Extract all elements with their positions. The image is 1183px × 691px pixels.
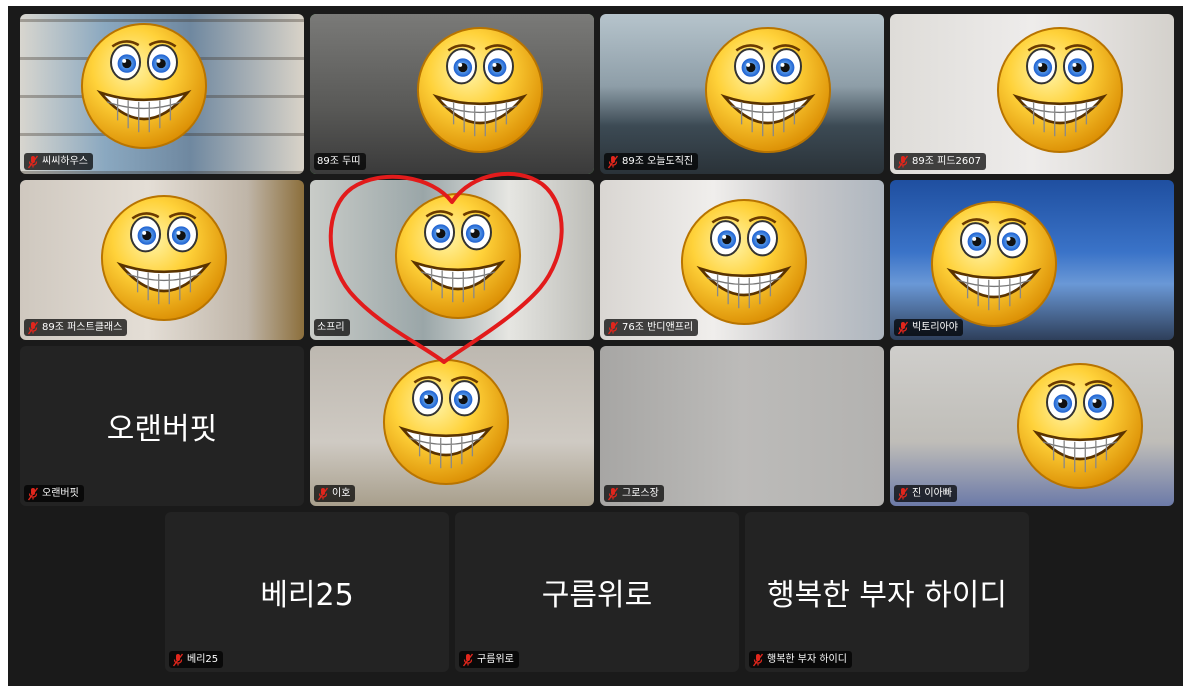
mic-muted-icon <box>462 653 474 667</box>
grinning-face-emoji-icon <box>78 20 210 152</box>
participant-tile[interactable]: 빅토리아야 <box>890 180 1174 340</box>
grinning-face-emoji-icon <box>380 356 512 488</box>
participant-tile[interactable]: 그로스장 <box>600 346 884 506</box>
mic-muted-icon <box>27 487 39 501</box>
participant-tile-active-speaker[interactable]: 89조 두띠 <box>310 14 594 174</box>
participant-name-label: 89조 퍼스트클래스 <box>24 319 128 336</box>
participant-name-label: 빅토리아야 <box>894 319 963 336</box>
participant-tile-no-video[interactable]: 오랜버핏 오랜버핏 <box>20 346 304 506</box>
participant-tile-no-video[interactable]: 구름위로 구름위로 <box>455 512 739 672</box>
participant-name-label: 베리25 <box>169 651 224 668</box>
participant-name-label: 그로스장 <box>604 485 664 502</box>
grinning-face-emoji-icon <box>414 24 546 156</box>
participant-name-label: 씨씨하우스 <box>24 153 93 170</box>
grinning-face-emoji-icon <box>678 196 810 328</box>
participant-name-label: 구름위로 <box>459 651 519 668</box>
mic-muted-icon <box>897 487 909 501</box>
mic-muted-icon <box>27 155 39 169</box>
grinning-face-emoji-icon <box>994 24 1126 156</box>
participant-name-label: 진 이아빠 <box>894 485 957 502</box>
mic-muted-icon <box>897 155 909 169</box>
participant-name-label: 89조 오늘도직진 <box>604 153 699 170</box>
grinning-face-emoji-icon <box>98 192 230 324</box>
participant-name-label: 소프리 <box>314 319 350 336</box>
participant-tile-no-video[interactable]: 베리25 베리25 <box>165 512 449 672</box>
participant-tile[interactable]: 89조 오늘도직진 <box>600 14 884 174</box>
participant-tile[interactable]: 씨씨하우스 <box>20 14 304 174</box>
mic-muted-icon <box>172 653 184 667</box>
grinning-face-emoji-icon <box>392 190 524 322</box>
participant-name-label: 89조 두띠 <box>314 153 366 170</box>
mic-muted-icon <box>607 321 619 335</box>
participant-tile[interactable]: 이호 <box>310 346 594 506</box>
mic-muted-icon <box>607 487 619 501</box>
grinning-face-emoji-icon <box>928 198 1060 330</box>
mic-muted-icon <box>27 321 39 335</box>
participant-tile[interactable]: 89조 피드2607 <box>890 14 1174 174</box>
participant-name-label: 이호 <box>314 485 356 502</box>
participant-tile[interactable]: 진 이아빠 <box>890 346 1174 506</box>
participant-name-label: 오랜버핏 <box>24 485 84 502</box>
gallery-view: 씨씨하우스 89조 두띠 89조 오늘도직진 89조 피드2607 89조 퍼스… <box>8 6 1183 686</box>
participant-tile-no-video[interactable]: 행복한 부자 하이디 행복한 부자 하이디 <box>745 512 1029 672</box>
participant-display-name: 구름위로 <box>541 578 653 613</box>
participant-name-label: 행복한 부자 하이디 <box>749 651 852 668</box>
participant-tile[interactable]: 89조 퍼스트클래스 <box>20 180 304 340</box>
participant-name-label: 76조 반디앤프리 <box>604 319 699 336</box>
participant-tile[interactable]: 76조 반디앤프리 <box>600 180 884 340</box>
participant-display-name: 행복한 부자 하이디 <box>767 578 1007 613</box>
participant-name-label: 89조 피드2607 <box>894 153 986 170</box>
mic-muted-icon <box>752 653 764 667</box>
mic-muted-icon <box>607 155 619 169</box>
video-feed <box>600 346 884 506</box>
participant-display-name: 베리25 <box>260 578 354 613</box>
participant-tile[interactable]: 소프리 <box>310 180 594 340</box>
participant-display-name: 오랜버핏 <box>106 412 218 447</box>
mic-muted-icon <box>317 487 329 501</box>
grinning-face-emoji-icon <box>702 24 834 156</box>
mic-muted-icon <box>897 321 909 335</box>
grinning-face-emoji-icon <box>1014 360 1146 492</box>
